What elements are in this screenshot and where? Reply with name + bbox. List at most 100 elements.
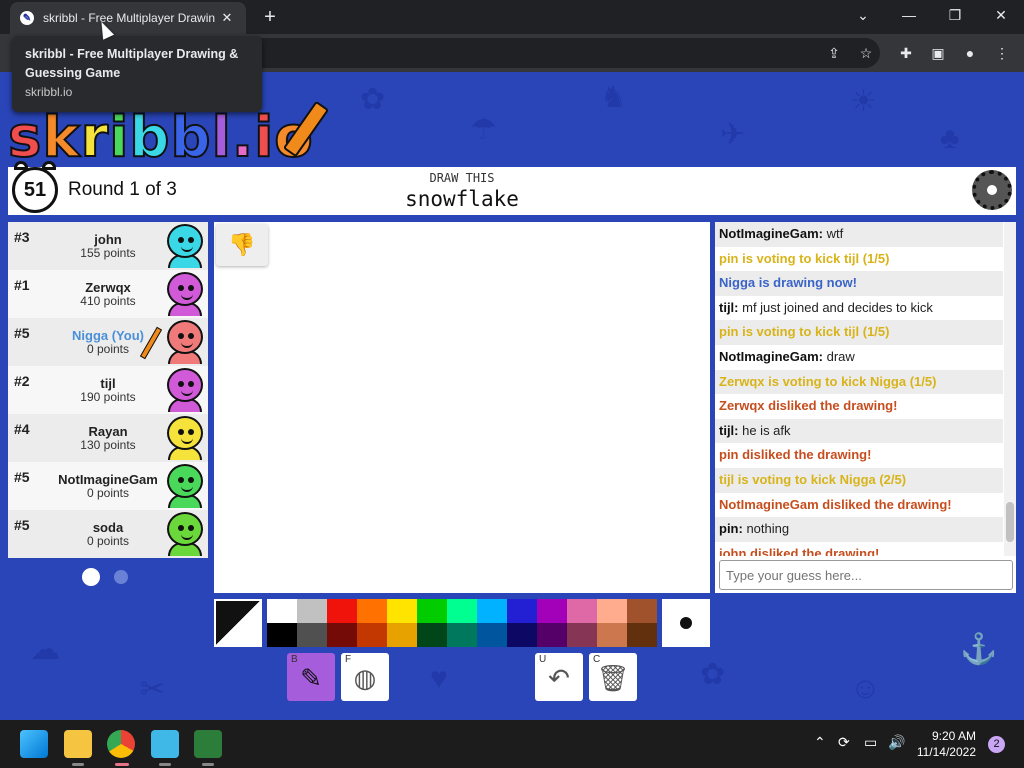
- restore-button[interactable]: ❐: [932, 0, 978, 30]
- sidepanel-icon[interactable]: ▣: [928, 43, 948, 63]
- taskbar-clock[interactable]: 9:20 AM 11/14/2022: [917, 728, 976, 760]
- color-swatch[interactable]: [357, 623, 387, 647]
- color-swatch[interactable]: [567, 599, 597, 623]
- color-swatch[interactable]: [627, 623, 657, 647]
- color-swatch[interactable]: [477, 623, 507, 647]
- tab-search-icon[interactable]: ⌄: [840, 0, 886, 30]
- taskbar-indicator: [72, 763, 84, 766]
- tooltip-url: skribbl.io: [25, 85, 73, 99]
- star-icon[interactable]: ☆: [856, 43, 876, 63]
- notification-badge[interactable]: 2: [988, 736, 1005, 753]
- fill-tool-button[interactable]: F ◍: [341, 653, 389, 701]
- page-dot[interactable]: [114, 570, 128, 584]
- player-row[interactable]: #5 soda 0 points: [8, 510, 208, 558]
- chat-panel: NotImagineGam: wtf pin is voting to kick …: [715, 222, 1016, 593]
- volume-icon[interactable]: 🔊: [888, 734, 905, 751]
- color-swatch[interactable]: [297, 623, 327, 647]
- trash-icon: 🗑: [596, 663, 630, 693]
- color-swatch[interactable]: [537, 599, 567, 623]
- chevron-up-icon[interactable]: ⌃: [814, 734, 826, 751]
- current-color-preview[interactable]: [214, 599, 262, 647]
- network-icon[interactable]: ▭: [864, 734, 877, 751]
- color-swatch[interactable]: [417, 599, 447, 623]
- chrome-icon[interactable]: [107, 730, 135, 758]
- chat-message: pin is voting to kick tijl (1/5): [715, 320, 1003, 345]
- menu-icon[interactable]: ⋮: [992, 43, 1012, 63]
- color-swatch[interactable]: [327, 599, 357, 623]
- doodle-icon: ✈: [720, 118, 746, 151]
- app-icon[interactable]: [194, 730, 222, 758]
- doodle-icon: ☀: [850, 85, 877, 118]
- color-swatch[interactable]: [507, 623, 537, 647]
- color-swatch[interactable]: [537, 623, 567, 647]
- file-explorer-icon[interactable]: [64, 730, 92, 758]
- player-rank: #5: [14, 325, 30, 341]
- player-points: 0 points: [86, 486, 130, 500]
- chat-scrollbar[interactable]: [1004, 222, 1016, 556]
- undo-button[interactable]: U ↶: [535, 653, 583, 701]
- color-swatch[interactable]: [597, 623, 627, 647]
- brush-size-button[interactable]: [662, 599, 710, 647]
- player-points: 410 points: [80, 294, 136, 308]
- player-row-self[interactable]: #5 Nigga (You) 0 points: [8, 318, 208, 366]
- browser-tab[interactable]: ✎ skribbl - Free Multiplayer Drawin ✕: [10, 2, 246, 34]
- extensions-icon[interactable]: ✚: [896, 43, 916, 63]
- player-rank: #5: [14, 517, 30, 533]
- sync-icon[interactable]: ⟳: [838, 734, 850, 751]
- color-swatch[interactable]: [297, 599, 327, 623]
- player-row[interactable]: #3 john 155 points: [8, 222, 208, 270]
- chat-message: Zerwqx is voting to kick Nigga (1/5): [715, 369, 1003, 395]
- draw-this-label: DRAW THIS: [429, 171, 495, 185]
- clear-button[interactable]: C 🗑: [589, 653, 637, 701]
- new-tab-button[interactable]: +: [258, 5, 282, 29]
- color-swatch[interactable]: [507, 599, 537, 623]
- chat-text: nothing: [742, 521, 790, 537]
- chat-text: wtf: [823, 226, 844, 241]
- color-swatch[interactable]: [567, 623, 597, 647]
- chat-message: tijl: mf just joined and decides to kick: [715, 295, 1003, 321]
- color-palette: [267, 599, 657, 647]
- player-avatar: [164, 464, 206, 508]
- color-swatch[interactable]: [477, 599, 507, 623]
- notepad-icon[interactable]: [151, 730, 179, 758]
- skribbl-logo: skribbl.io: [7, 105, 314, 170]
- player-row[interactable]: #5 NotImagineGam 0 points: [8, 462, 208, 510]
- brush-tool-button[interactable]: B ✎: [287, 653, 335, 701]
- color-swatch[interactable]: [357, 599, 387, 623]
- color-swatch[interactable]: [387, 599, 417, 623]
- settings-gear-icon[interactable]: [972, 170, 1012, 210]
- tab-close-icon[interactable]: ✕: [218, 10, 236, 26]
- share-icon[interactable]: ⇪: [824, 43, 844, 63]
- chat-message: pin: nothing: [715, 517, 1003, 542]
- guess-input[interactable]: [719, 560, 1013, 590]
- color-swatch[interactable]: [387, 623, 417, 647]
- color-swatch[interactable]: [597, 599, 627, 623]
- player-name: soda: [92, 520, 124, 535]
- close-window-button[interactable]: ✕: [978, 0, 1024, 30]
- page-dot-active[interactable]: [82, 568, 100, 586]
- scrollbar-thumb[interactable]: [1006, 502, 1014, 542]
- chat-message: Zerwqx disliked the drawing!: [715, 394, 1003, 419]
- color-swatch[interactable]: [627, 599, 657, 623]
- chat-author: tijl:: [719, 299, 739, 315]
- player-avatar: [164, 272, 206, 316]
- color-swatch[interactable]: [267, 599, 297, 623]
- player-avatar: [164, 224, 206, 268]
- player-row[interactable]: #2 tijl 190 points: [8, 366, 208, 414]
- color-swatch[interactable]: [417, 623, 447, 647]
- color-swatch[interactable]: [447, 599, 477, 623]
- start-windows-icon[interactable]: [20, 730, 48, 758]
- color-swatch[interactable]: [327, 623, 357, 647]
- color-toolbar: [214, 599, 710, 647]
- player-points: 155 points: [80, 246, 136, 260]
- player-points: 190 points: [80, 390, 136, 404]
- profile-icon[interactable]: ●: [960, 43, 980, 63]
- windows-taskbar: ⌃ ⟳ ▭ 🔊 9:20 AM 11/14/2022 2: [0, 720, 1024, 768]
- player-row[interactable]: #4 Rayan 130 points: [8, 414, 208, 462]
- minimize-button[interactable]: —: [886, 0, 932, 30]
- player-name: Zerwqx: [85, 280, 131, 295]
- drawing-canvas[interactable]: 👎: [214, 222, 710, 593]
- player-row[interactable]: #1 Zerwqx 410 points: [8, 270, 208, 318]
- color-swatch[interactable]: [447, 623, 477, 647]
- color-swatch[interactable]: [267, 623, 297, 647]
